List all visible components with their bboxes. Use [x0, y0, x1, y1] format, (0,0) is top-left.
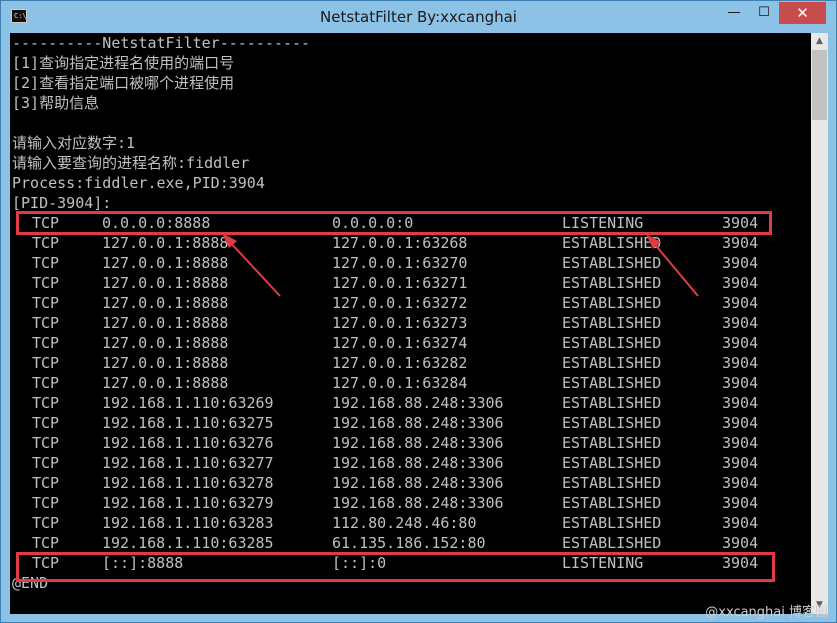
maximize-button[interactable]: ☐: [749, 2, 779, 24]
minimize-button[interactable]: —: [719, 2, 749, 24]
arrow-head-local-port: [222, 233, 237, 248]
console-output[interactable]: ----------NetstatFilter---------- [1]查询指…: [10, 33, 811, 614]
close-button[interactable]: ✕: [779, 2, 826, 24]
watermark: @xxcanghai 博客园: [705, 605, 828, 620]
scroll-up-icon[interactable]: ▲: [811, 33, 828, 50]
title-bar[interactable]: C:\ NetstatFilter By:xxcanghai — ☐ ✕: [1, 1, 836, 33]
console-window: C:\ NetstatFilter By:xxcanghai — ☐ ✕ ---…: [0, 0, 837, 623]
vertical-scrollbar[interactable]: ▲ ▼: [811, 33, 828, 614]
arrow-line-state: [651, 240, 699, 297]
annotation-arrows: [222, 233, 699, 297]
scrollbar-thumb[interactable]: [812, 50, 827, 120]
window-title: NetstatFilter By:xxcanghai: [320, 8, 517, 26]
arrow-head-state: [646, 234, 661, 249]
arrow-line-local-port: [227, 239, 281, 297]
